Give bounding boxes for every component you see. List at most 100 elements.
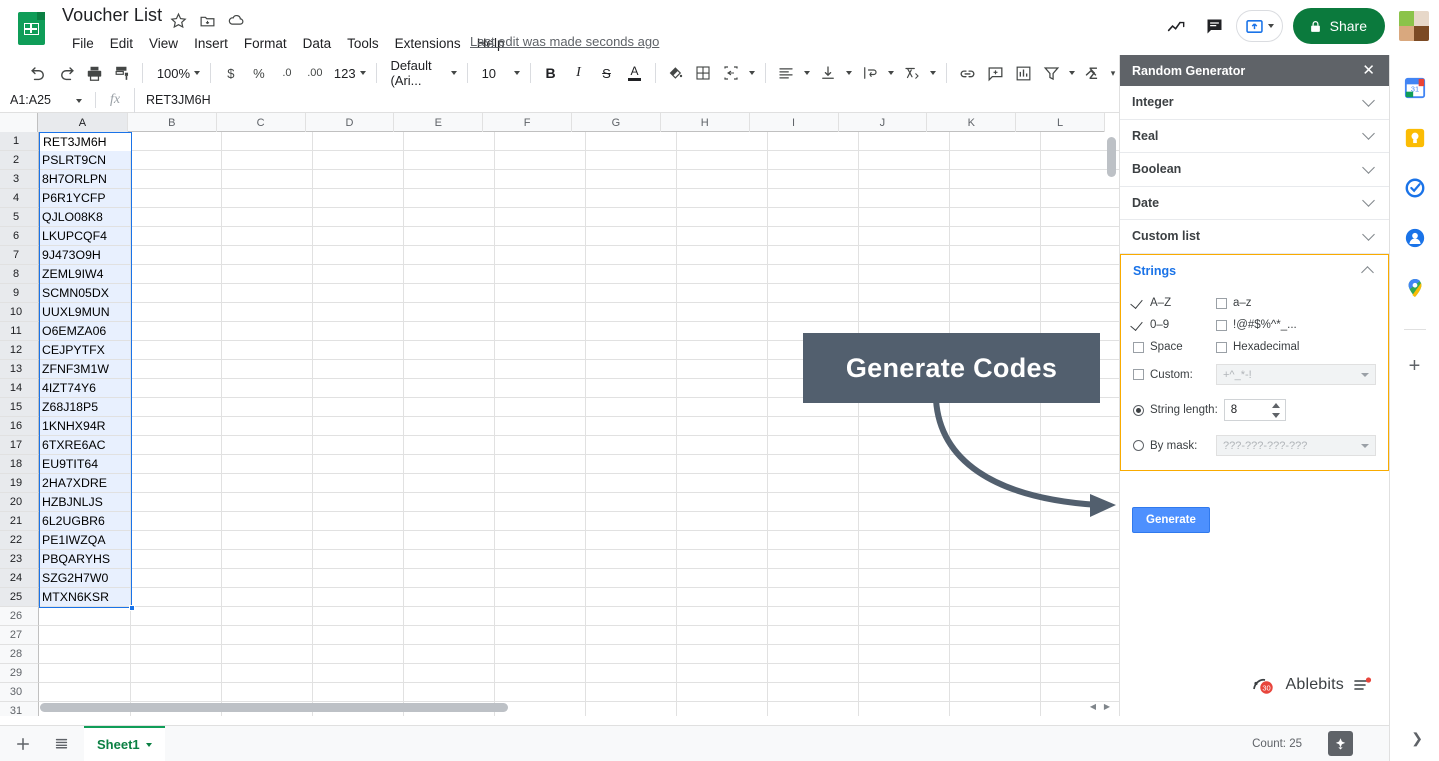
cell-I18[interactable] <box>768 455 859 474</box>
cell-C13[interactable] <box>222 360 313 379</box>
cell-D15[interactable] <box>313 398 404 417</box>
cell-A15[interactable]: Z68J18P5 <box>39 398 131 417</box>
cell-E29[interactable] <box>404 664 495 683</box>
avatar[interactable] <box>1399 11 1429 41</box>
cell-I26[interactable] <box>768 607 859 626</box>
cell-C18[interactable] <box>222 455 313 474</box>
cell-D20[interactable] <box>313 493 404 512</box>
cell-E12[interactable] <box>404 341 495 360</box>
menu-format[interactable]: Format <box>236 33 295 54</box>
cell-E8[interactable] <box>404 265 495 284</box>
checkbox-space[interactable]: Space <box>1133 341 1216 353</box>
redo-icon[interactable] <box>52 59 80 87</box>
cell-E5[interactable] <box>404 208 495 227</box>
cell-J5[interactable] <box>859 208 950 227</box>
sheets-logo-icon[interactable] <box>18 10 48 46</box>
checkbox-symbols[interactable]: !@#$%^*_... <box>1216 319 1376 331</box>
cell-F10[interactable] <box>495 303 586 322</box>
cell-K28[interactable] <box>950 645 1041 664</box>
cell-D19[interactable] <box>313 474 404 493</box>
cell-C1[interactable] <box>222 132 313 151</box>
bold-button[interactable]: B <box>537 59 565 87</box>
cell-D8[interactable] <box>313 265 404 284</box>
cell-F15[interactable] <box>495 398 586 417</box>
cell-D28[interactable] <box>313 645 404 664</box>
row-header-22[interactable]: 22 <box>0 531 39 550</box>
cell-F28[interactable] <box>495 645 586 664</box>
all-sheets-icon[interactable] <box>46 729 76 759</box>
cell-G3[interactable] <box>586 170 677 189</box>
cell-J27[interactable] <box>859 626 950 645</box>
cell-E13[interactable] <box>404 360 495 379</box>
cell-G10[interactable] <box>586 303 677 322</box>
cell-G7[interactable] <box>586 246 677 265</box>
cell-G18[interactable] <box>586 455 677 474</box>
cell-C7[interactable] <box>222 246 313 265</box>
row-header-26[interactable]: 26 <box>0 607 39 626</box>
font-size-selector[interactable]: 10 <box>474 59 524 87</box>
share-button[interactable]: Share <box>1292 8 1385 44</box>
cell-B20[interactable] <box>131 493 222 512</box>
cell-C29[interactable] <box>222 664 313 683</box>
cell-H18[interactable] <box>677 455 768 474</box>
cell-I30[interactable] <box>768 683 859 702</box>
cell-I3[interactable] <box>768 170 859 189</box>
cell-I27[interactable] <box>768 626 859 645</box>
cell-E14[interactable] <box>404 379 495 398</box>
cell-H5[interactable] <box>677 208 768 227</box>
cell-E22[interactable] <box>404 531 495 550</box>
cell-D1[interactable] <box>313 132 404 151</box>
cell-A24[interactable]: SZG2H7W0 <box>39 569 131 588</box>
cell-I19[interactable] <box>768 474 859 493</box>
cell-D25[interactable] <box>313 588 404 607</box>
formula-input[interactable]: RET3JM6H <box>134 87 1119 113</box>
cell-H16[interactable] <box>677 417 768 436</box>
cell-D2[interactable] <box>313 151 404 170</box>
accordion-section-custom-list[interactable]: Custom list <box>1120 220 1389 254</box>
cell-F3[interactable] <box>495 170 586 189</box>
custom-charset-input[interactable]: +^_*-! <box>1216 364 1376 385</box>
cell-B25[interactable] <box>131 588 222 607</box>
cell-E11[interactable] <box>404 322 495 341</box>
cell-E6[interactable] <box>404 227 495 246</box>
cell-B28[interactable] <box>131 645 222 664</box>
cell-F6[interactable] <box>495 227 586 246</box>
cell-E4[interactable] <box>404 189 495 208</box>
currency-format-button[interactable]: $ <box>217 59 245 87</box>
maps-icon[interactable] <box>1404 277 1426 299</box>
cell-A22[interactable]: PE1IWZQA <box>39 531 131 550</box>
checkbox-uppercase[interactable]: A–Z <box>1133 297 1216 309</box>
cell-G14[interactable] <box>586 379 677 398</box>
cell-D12[interactable] <box>313 341 404 360</box>
cell-G4[interactable] <box>586 189 677 208</box>
cell-K5[interactable] <box>950 208 1041 227</box>
cell-F20[interactable] <box>495 493 586 512</box>
cell-H19[interactable] <box>677 474 768 493</box>
cell-F9[interactable] <box>495 284 586 303</box>
cell-J22[interactable] <box>859 531 950 550</box>
cell-B19[interactable] <box>131 474 222 493</box>
cell-A17[interactable]: 6TXRE6AC <box>39 436 131 455</box>
row-header-3[interactable]: 3 <box>0 170 39 189</box>
cell-K30[interactable] <box>950 683 1041 702</box>
cell-A27[interactable] <box>39 626 131 645</box>
scroll-left-arrow[interactable]: ◀ <box>1086 700 1100 713</box>
strings-section-header[interactable]: Strings <box>1121 254 1388 287</box>
cell-H1[interactable] <box>677 132 768 151</box>
cell-H4[interactable] <box>677 189 768 208</box>
chevron-down-icon[interactable] <box>145 742 152 747</box>
cell-F18[interactable] <box>495 455 586 474</box>
close-icon[interactable]: ✕ <box>1358 60 1379 81</box>
checkbox-custom[interactable]: Custom: <box>1133 369 1210 381</box>
cell-C10[interactable] <box>222 303 313 322</box>
activity-trend-icon[interactable] <box>1160 9 1194 43</box>
cell-E26[interactable] <box>404 607 495 626</box>
cell-E7[interactable] <box>404 246 495 265</box>
cell-E3[interactable] <box>404 170 495 189</box>
row-header-27[interactable]: 27 <box>0 626 39 645</box>
cell-B9[interactable] <box>131 284 222 303</box>
cell-B2[interactable] <box>131 151 222 170</box>
cell-C17[interactable] <box>222 436 313 455</box>
cell-E27[interactable] <box>404 626 495 645</box>
cell-B27[interactable] <box>131 626 222 645</box>
